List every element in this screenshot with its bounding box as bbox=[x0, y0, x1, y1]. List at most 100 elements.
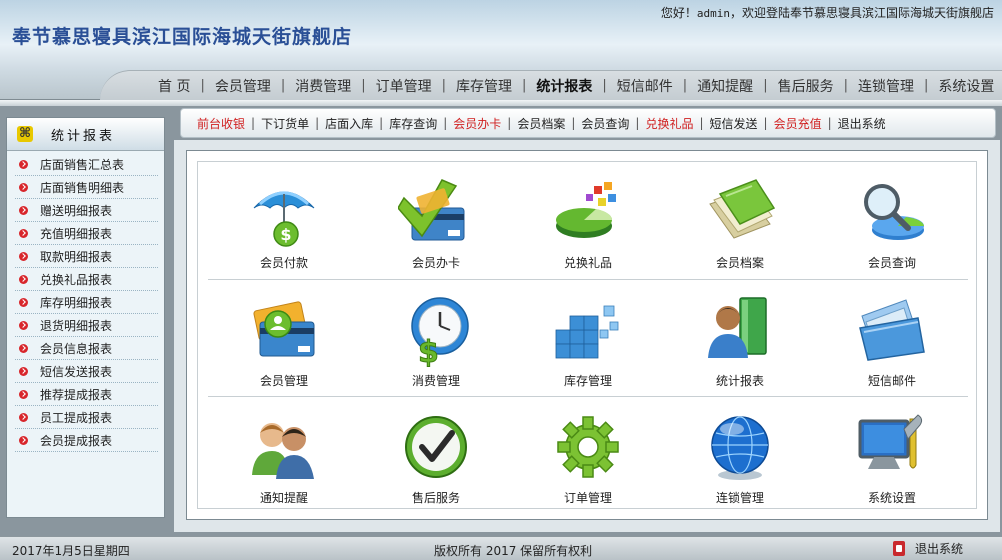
sidebar-item-member-commission[interactable]: 会员提成报表 bbox=[15, 429, 158, 452]
topnav-consumption-management[interactable]: 消费管理 bbox=[285, 76, 361, 96]
status-bar: 2017年1月5日星期四 版权所有 2017 保留所有权利 退出系统 bbox=[0, 536, 1002, 560]
tile-sms-email[interactable]: 短信邮件 bbox=[816, 280, 968, 396]
tile-label: 会员档案 bbox=[715, 256, 764, 270]
sidebar-item-label: 推荐提成报表 bbox=[40, 387, 113, 402]
person-book-icon bbox=[708, 297, 767, 358]
header-divider bbox=[0, 100, 1002, 106]
sidebar-item-recharge-detail[interactable]: 充值明细报表 bbox=[15, 222, 158, 245]
tile-label: 兑换礼品 bbox=[563, 256, 612, 270]
topnav-statistics-reports[interactable]: 统计报表 bbox=[526, 76, 602, 96]
tile-order-management[interactable]: 订单管理 bbox=[512, 397, 664, 513]
module-grid: $ 会员付款 会员办卡 兑换礼品 会员档案 会员查询 会员管理 $ 消费管理 库… bbox=[197, 161, 977, 509]
card-check-icon bbox=[398, 179, 465, 241]
folder-files-icon bbox=[709, 179, 776, 239]
toolbar-store-stock-in[interactable]: 店面入库 bbox=[319, 115, 379, 132]
sidebar-item-staff-commission[interactable]: 员工提成报表 bbox=[15, 406, 158, 429]
tile-system-settings[interactable]: 系统设置 bbox=[816, 397, 968, 513]
globe-chain-icon bbox=[711, 416, 769, 480]
clock-money-icon: $ bbox=[411, 297, 469, 368]
tile-member-card[interactable]: 会员办卡 bbox=[360, 162, 512, 278]
arrow-bullet-icon bbox=[19, 297, 28, 307]
arrow-bullet-icon bbox=[19, 228, 28, 238]
toolbar-stock-query[interactable]: 库存查询 bbox=[383, 115, 443, 132]
sidebar-item-label: 店面销售汇总表 bbox=[40, 157, 125, 172]
toolbar-member-archive[interactable]: 会员档案 bbox=[511, 115, 571, 132]
sidebar-item-label: 赠送明细报表 bbox=[40, 203, 113, 218]
sidebar-item-gift-exchange[interactable]: 兑换礼品报表 bbox=[15, 268, 158, 291]
tile-stock-management[interactable]: 库存管理 bbox=[512, 280, 664, 396]
sidebar-header: ⌘ 统计报表 bbox=[7, 118, 164, 151]
arrow-bullet-icon bbox=[19, 412, 28, 422]
topnav-system-settings[interactable]: 系统设置 bbox=[928, 76, 1002, 96]
pie-gift-icon bbox=[556, 182, 616, 238]
tile-member-query[interactable]: 会员查询 bbox=[816, 162, 968, 278]
arrow-bullet-icon bbox=[19, 320, 28, 330]
sidebar-item-label: 店面销售明细表 bbox=[40, 180, 125, 195]
tile-notifications[interactable]: 通知提醒 bbox=[208, 397, 360, 513]
tile-member-management[interactable]: 会员管理 bbox=[208, 280, 360, 396]
topnav-sms-email[interactable]: 短信邮件 bbox=[607, 76, 683, 96]
toolbar-member-recharge[interactable]: 会员充值 bbox=[768, 115, 828, 132]
tile-consumption-management[interactable]: $ 消费管理 bbox=[360, 280, 512, 396]
tile-label: 库存管理 bbox=[563, 374, 612, 388]
sidebar-item-store-sales-detail[interactable]: 店面销售明细表 bbox=[15, 176, 158, 199]
welcome-message: 您好！admin，欢迎登陆奉节慕思寝具滨江国际海城天街旗舰店 bbox=[661, 4, 994, 21]
gear-order-icon bbox=[557, 416, 619, 478]
app-header: 您好！admin，欢迎登陆奉节慕思寝具滨江国际海城天街旗舰店 奉节慕思寝具滨江国… bbox=[0, 0, 1002, 100]
magnifier-search-icon bbox=[864, 184, 924, 240]
sidebar-item-store-sales-summary[interactable]: 店面销售汇总表 bbox=[15, 153, 158, 176]
tile-after-sales[interactable]: 售后服务 bbox=[360, 397, 512, 513]
mail-folder-icon bbox=[859, 299, 925, 361]
tile-label: 消费管理 bbox=[411, 374, 460, 388]
sidebar-item-member-info[interactable]: 会员信息报表 bbox=[15, 337, 158, 360]
sidebar-item-referral-commission[interactable]: 推荐提成报表 bbox=[15, 383, 158, 406]
toolbar-member-card[interactable]: 会员办卡 bbox=[447, 115, 507, 132]
sidebar-item-return-detail[interactable]: 退货明细报表 bbox=[15, 314, 158, 337]
sidebar-item-stock-detail[interactable]: 库存明细报表 bbox=[15, 291, 158, 314]
sidebar: ⌘ 统计报表 店面销售汇总表 店面销售明细表 赠送明细报表 充值明细报表 取款明… bbox=[6, 117, 165, 518]
toolbar-logout[interactable]: 退出系统 bbox=[832, 115, 892, 132]
arrow-bullet-icon bbox=[19, 435, 28, 445]
arrow-bullet-icon bbox=[19, 182, 28, 192]
top-nav: 首 页 | 会员管理 | 消费管理 | 订单管理 | 库存管理 | 统计报表 |… bbox=[100, 70, 1002, 100]
svg-text:$: $ bbox=[280, 225, 291, 244]
exit-system-button[interactable]: 退出系统 bbox=[893, 540, 963, 557]
command-icon: ⌘ bbox=[17, 126, 33, 142]
topnav-chain-management[interactable]: 连锁管理 bbox=[848, 76, 924, 96]
sidebar-item-label: 库存明细报表 bbox=[40, 295, 113, 310]
users-notify-icon bbox=[252, 423, 314, 479]
svg-text:$: $ bbox=[418, 335, 439, 368]
toolbar-cashier[interactable]: 前台收银 bbox=[191, 115, 251, 132]
arrow-bullet-icon bbox=[19, 389, 28, 399]
sidebar-title: 统计报表 bbox=[51, 128, 116, 144]
module-grid-box: $ 会员付款 会员办卡 兑换礼品 会员档案 会员查询 会员管理 $ 消费管理 库… bbox=[186, 150, 988, 520]
topnav-order-management[interactable]: 订单管理 bbox=[366, 76, 442, 96]
checkmark-service-icon bbox=[405, 416, 467, 478]
current-date: 2017年1月5日星期四 bbox=[12, 544, 130, 558]
topnav-stock-management[interactable]: 库存管理 bbox=[446, 76, 522, 96]
tile-member-archive[interactable]: 会员档案 bbox=[664, 162, 816, 278]
topnav-home[interactable]: 首 页 bbox=[148, 76, 200, 96]
sidebar-item-sms-report[interactable]: 短信发送报表 bbox=[15, 360, 158, 383]
arrow-bullet-icon bbox=[19, 366, 28, 376]
toolbar-gift-exchange[interactable]: 兑换礼品 bbox=[639, 115, 699, 132]
cubes-stock-icon bbox=[555, 305, 619, 359]
tile-statistics-reports[interactable]: 统计报表 bbox=[664, 280, 816, 396]
topnav-notifications[interactable]: 通知提醒 bbox=[687, 76, 763, 96]
arrow-bullet-icon bbox=[19, 343, 28, 353]
toolbar-send-sms[interactable]: 短信发送 bbox=[704, 115, 764, 132]
toolbar-place-order[interactable]: 下订货单 bbox=[255, 115, 315, 132]
sidebar-item-label: 充值明细报表 bbox=[40, 226, 113, 241]
tile-member-payment[interactable]: $ 会员付款 bbox=[208, 162, 360, 278]
tile-label: 会员付款 bbox=[259, 256, 308, 270]
tile-gift-exchange[interactable]: 兑换礼品 bbox=[512, 162, 664, 278]
sidebar-item-withdraw-detail[interactable]: 取款明细报表 bbox=[15, 245, 158, 268]
sidebar-item-label: 取款明细报表 bbox=[40, 249, 113, 264]
module-row: $ 会员付款 会员办卡 兑换礼品 会员档案 会员查询 bbox=[208, 162, 968, 278]
topnav-member-management[interactable]: 会员管理 bbox=[205, 76, 281, 96]
toolbar-member-query[interactable]: 会员查询 bbox=[575, 115, 635, 132]
tile-label: 会员办卡 bbox=[411, 256, 460, 270]
tile-chain-management[interactable]: 连锁管理 bbox=[664, 397, 816, 513]
sidebar-item-gift-detail[interactable]: 赠送明细报表 bbox=[15, 199, 158, 222]
topnav-after-sales[interactable]: 售后服务 bbox=[768, 76, 844, 96]
